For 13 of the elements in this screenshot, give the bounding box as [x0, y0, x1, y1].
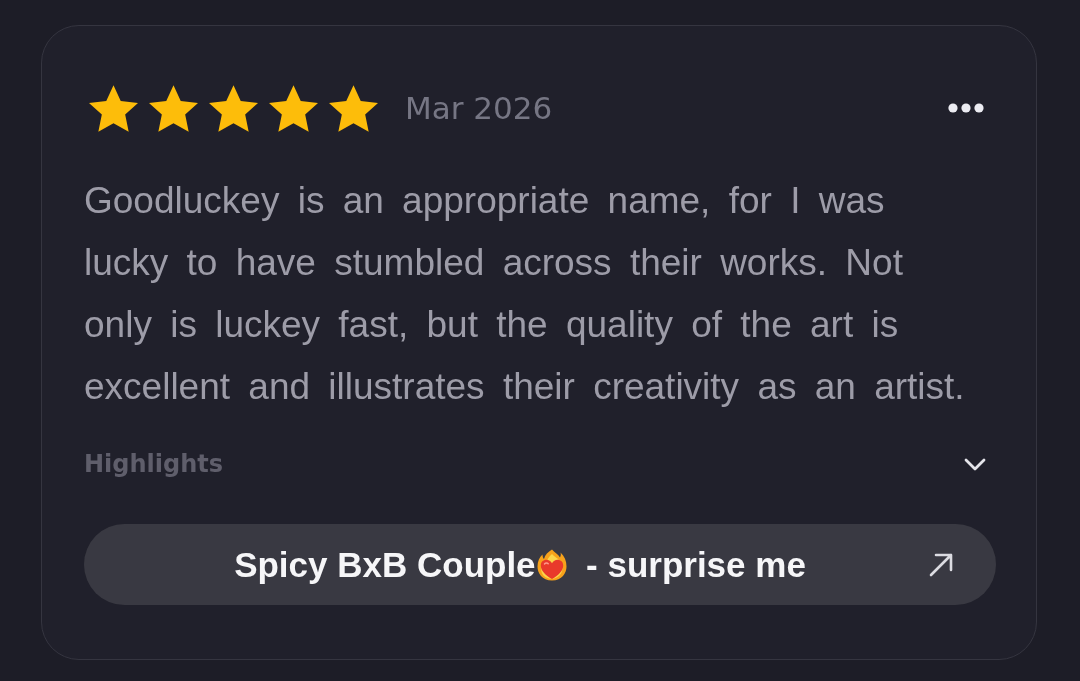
star-filled-icon	[89, 84, 138, 132]
star-filled-icon	[209, 84, 258, 132]
review-date: Mar 2026	[405, 90, 553, 126]
artwork-link-button[interactable]: Spicy BxB Couple - surprise me	[84, 524, 996, 605]
chevron-down-icon[interactable]	[964, 457, 986, 471]
highlights-label: Highlights	[84, 450, 224, 478]
heart-on-fire-icon	[536, 548, 567, 581]
star-filled-icon	[149, 84, 198, 132]
star-filled-icon	[329, 84, 378, 132]
more-options-icon[interactable]	[948, 103, 984, 113]
arrow-up-right-icon	[929, 553, 953, 577]
review-text: Goodluckey is an appropriate name, for I was lucky to have stumbled across their works. Not only is luckey fast, but the quality of the art is excellent and illustrates their creativity as an artist.	[84, 179, 966, 409]
star-filled-icon	[269, 84, 318, 132]
